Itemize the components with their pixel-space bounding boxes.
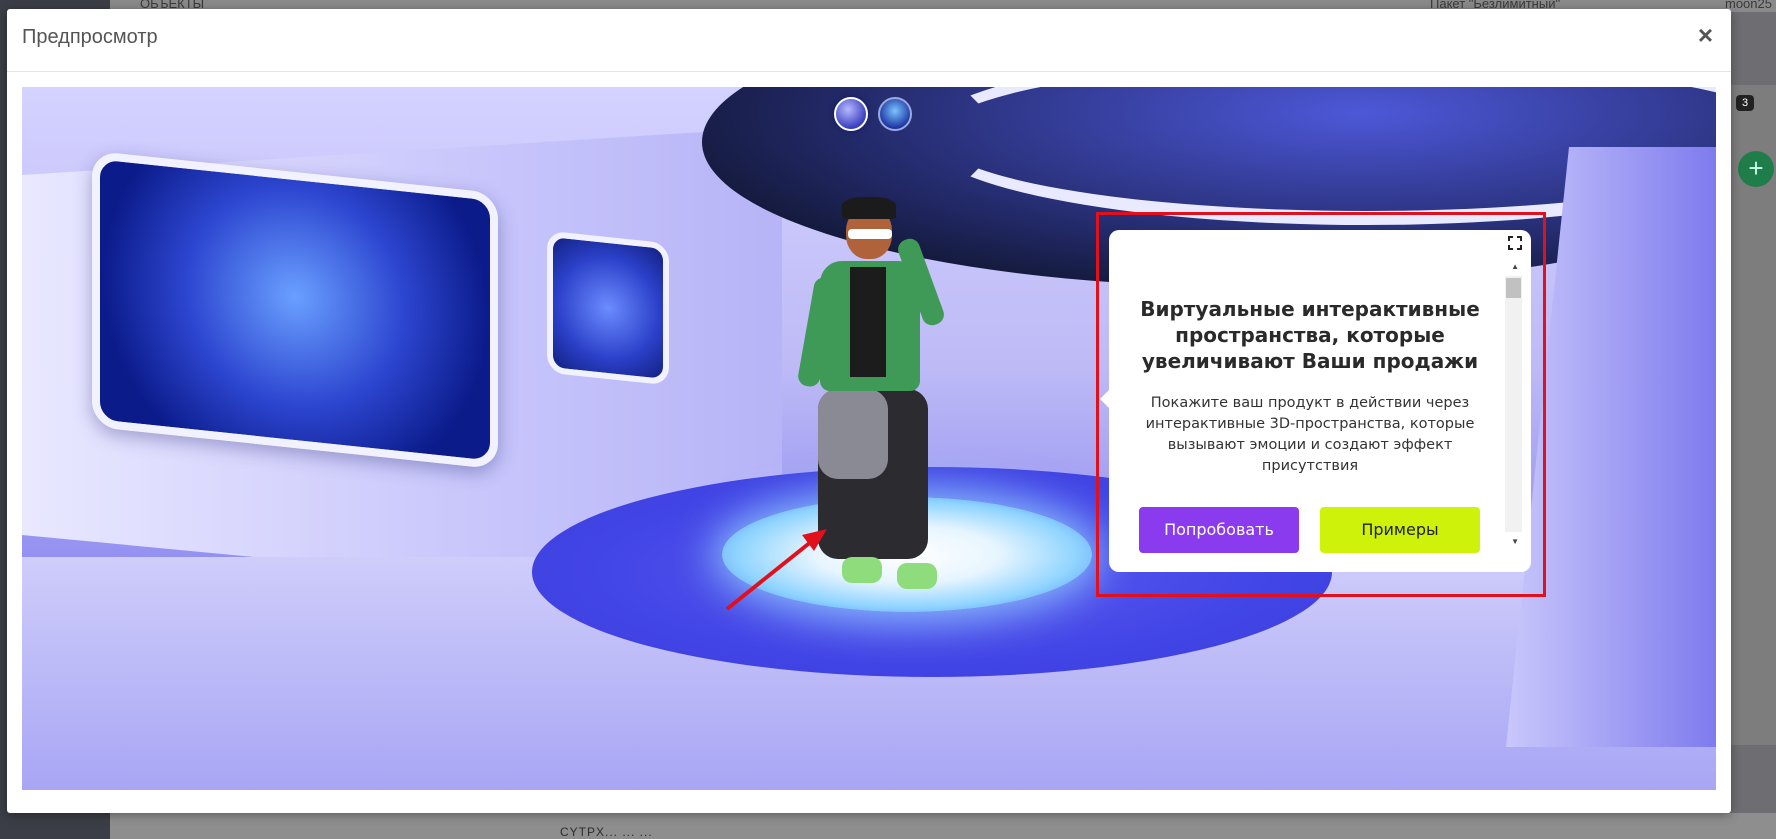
popup-description: Покажите ваш продукт в действии через ин… (1145, 395, 1475, 474)
modal-header: Предпросмотр × (7, 9, 1731, 72)
popup-scrollbar-thumb[interactable] (1506, 278, 1521, 298)
close-icon[interactable]: × (1698, 22, 1713, 48)
popup-scrollbar[interactable] (1505, 276, 1522, 532)
background-badge: 3 (1736, 95, 1754, 111)
scroll-down-arrow-icon[interactable]: ▼ (1511, 537, 1519, 546)
scroll-up-arrow-icon[interactable]: ▲ (1511, 262, 1519, 271)
avatar-hair (842, 197, 896, 219)
avatar-shoe-left (842, 557, 882, 583)
add-icon: + (1738, 151, 1774, 187)
preview-modal: Предпросмотр × ▲ ▼ Виртуальные интеракти… (7, 9, 1731, 813)
background-topbar-user: moon25 (1725, 0, 1772, 11)
red-arrow-annotation (725, 529, 827, 611)
info-popup: ▲ ▼ Виртуальные интерактивные пространст… (1100, 230, 1531, 572)
fullscreen-icon[interactable] (1508, 236, 1522, 250)
try-button[interactable]: Попробовать (1139, 507, 1299, 553)
avatar-shirt (850, 267, 886, 377)
examples-button[interactable]: Примеры (1320, 507, 1480, 553)
background-bottom-bar: CYTPX... ... ... (110, 813, 1776, 839)
popup-title: Виртуальные интерактивные пространства, … (1140, 297, 1480, 373)
background-bottom-text: CYTPX... ... ... (560, 825, 653, 839)
scene-orb-icon[interactable] (834, 97, 868, 131)
avatar-glasses (848, 229, 892, 239)
background-right-panel: 3 + (1730, 85, 1776, 745)
avatar-shoe-right (897, 563, 937, 589)
scene-screen-small (547, 230, 669, 386)
avatar-legs-highlight (818, 389, 888, 479)
scene-screen-large (92, 150, 498, 470)
scene-top-icons (834, 97, 912, 131)
scene-orb-2-icon[interactable] (878, 97, 912, 131)
modal-title: Предпросмотр (22, 26, 158, 48)
